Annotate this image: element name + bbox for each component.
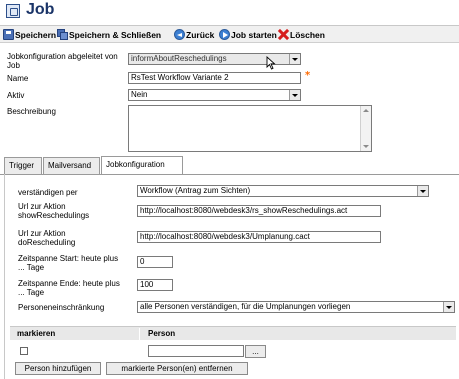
description-scrollbar[interactable]: [360, 106, 371, 151]
description-textarea[interactable]: [128, 105, 372, 152]
scroll-down-icon[interactable]: [363, 145, 369, 148]
name-input[interactable]: RsTest Workflow Variante 2: [128, 72, 301, 84]
name-label: Name: [7, 74, 29, 83]
start-job-button[interactable]: Job starten: [219, 28, 277, 41]
col-mark: markieren: [17, 329, 56, 338]
tab-trigger[interactable]: Trigger: [4, 157, 42, 174]
save-disk-icon: [3, 29, 14, 40]
url-show-label-2: showReschedulings: [18, 211, 90, 220]
derived-label: Jobkonfiguration abgeleitet von Job: [7, 52, 118, 70]
remove-person-button[interactable]: markierte Person(en) entfernen: [106, 362, 248, 375]
back-button[interactable]: Zurück: [174, 28, 214, 41]
notify-value: Workflow (Antrag zum Sichten): [140, 186, 251, 195]
column-separator: [139, 328, 140, 340]
window-titlebar: Job: [0, 0, 459, 26]
save-label: Speichern: [15, 29, 57, 40]
url-do-input[interactable]: http://localhost:8080/webdesk3/Umplanung…: [137, 231, 381, 243]
start-label-1: Zeitspanne Start: heute plus: [18, 254, 119, 263]
delete-x-icon: [278, 29, 289, 40]
url-show-input[interactable]: http://localhost:8080/webdesk3/rs_showRe…: [137, 205, 381, 217]
persons-table-header: markieren Person: [10, 326, 456, 340]
save-close-label: Speichern & Schließen: [69, 29, 162, 40]
mark-person-checkbox[interactable]: [20, 347, 28, 355]
active-label: Aktiv: [7, 91, 25, 100]
save-close-disk-icon: [57, 29, 68, 40]
delete-label: Löschen: [290, 29, 325, 40]
start-job-label: Job starten: [231, 29, 277, 40]
back-label: Zurück: [186, 29, 215, 40]
notify-label: verständigen per: [18, 188, 78, 197]
delete-button[interactable]: Löschen: [278, 28, 325, 41]
toolbar: Speichern Speichern & Schließen Zurück J…: [0, 26, 459, 43]
save-button[interactable]: Speichern: [3, 28, 56, 41]
description-label: Beschreibung: [7, 107, 56, 116]
start-days-input[interactable]: 0: [137, 256, 173, 268]
end-days-input[interactable]: 100: [137, 279, 173, 291]
derived-job-value: informAboutReschedulings: [131, 54, 227, 63]
mouse-cursor-icon: [266, 56, 276, 70]
page-title: Job: [26, 1, 55, 18]
col-person: Person: [148, 329, 176, 338]
chevron-down-icon: [443, 302, 454, 312]
person-input[interactable]: [148, 345, 244, 357]
chevron-down-icon: [417, 186, 428, 196]
start-label-2: ... Tage: [18, 263, 45, 272]
notify-select[interactable]: Workflow (Antrag zum Sichten): [137, 185, 429, 197]
tab-jobkonfiguration[interactable]: Jobkonfiguration: [101, 156, 183, 174]
url-show-label-1: Url zur Aktion: [18, 202, 66, 211]
restriction-select[interactable]: alle Personen verständigen, für die Umpl…: [137, 301, 455, 313]
active-select[interactable]: Nein: [128, 89, 301, 101]
restriction-label: Personeneinschränkung: [18, 303, 105, 312]
required-marker: *: [305, 70, 311, 81]
end-label-2: ... Tage: [18, 288, 45, 297]
chevron-down-icon: [289, 54, 300, 64]
url-do-label-2: doRescheduling: [18, 238, 76, 247]
active-value: Nein: [131, 90, 148, 99]
end-label-1: Zeitspanne Ende: heute plus: [18, 279, 120, 288]
save-and-close-button[interactable]: Speichern & Schließen: [57, 28, 161, 41]
browse-person-button[interactable]: ...: [245, 345, 266, 358]
chevron-down-icon: [289, 90, 300, 100]
scroll-up-icon[interactable]: [363, 109, 369, 112]
add-person-button[interactable]: Person hinzufügen: [15, 362, 101, 375]
job-window-icon: [6, 4, 20, 18]
restriction-value: alle Personen verständigen, für die Umpl…: [140, 302, 351, 311]
tab-mailversand[interactable]: Mailversand: [43, 157, 100, 174]
back-arrow-icon: [174, 29, 185, 40]
url-do-label-1: Url zur Aktion: [18, 229, 66, 238]
play-icon: [219, 29, 230, 40]
